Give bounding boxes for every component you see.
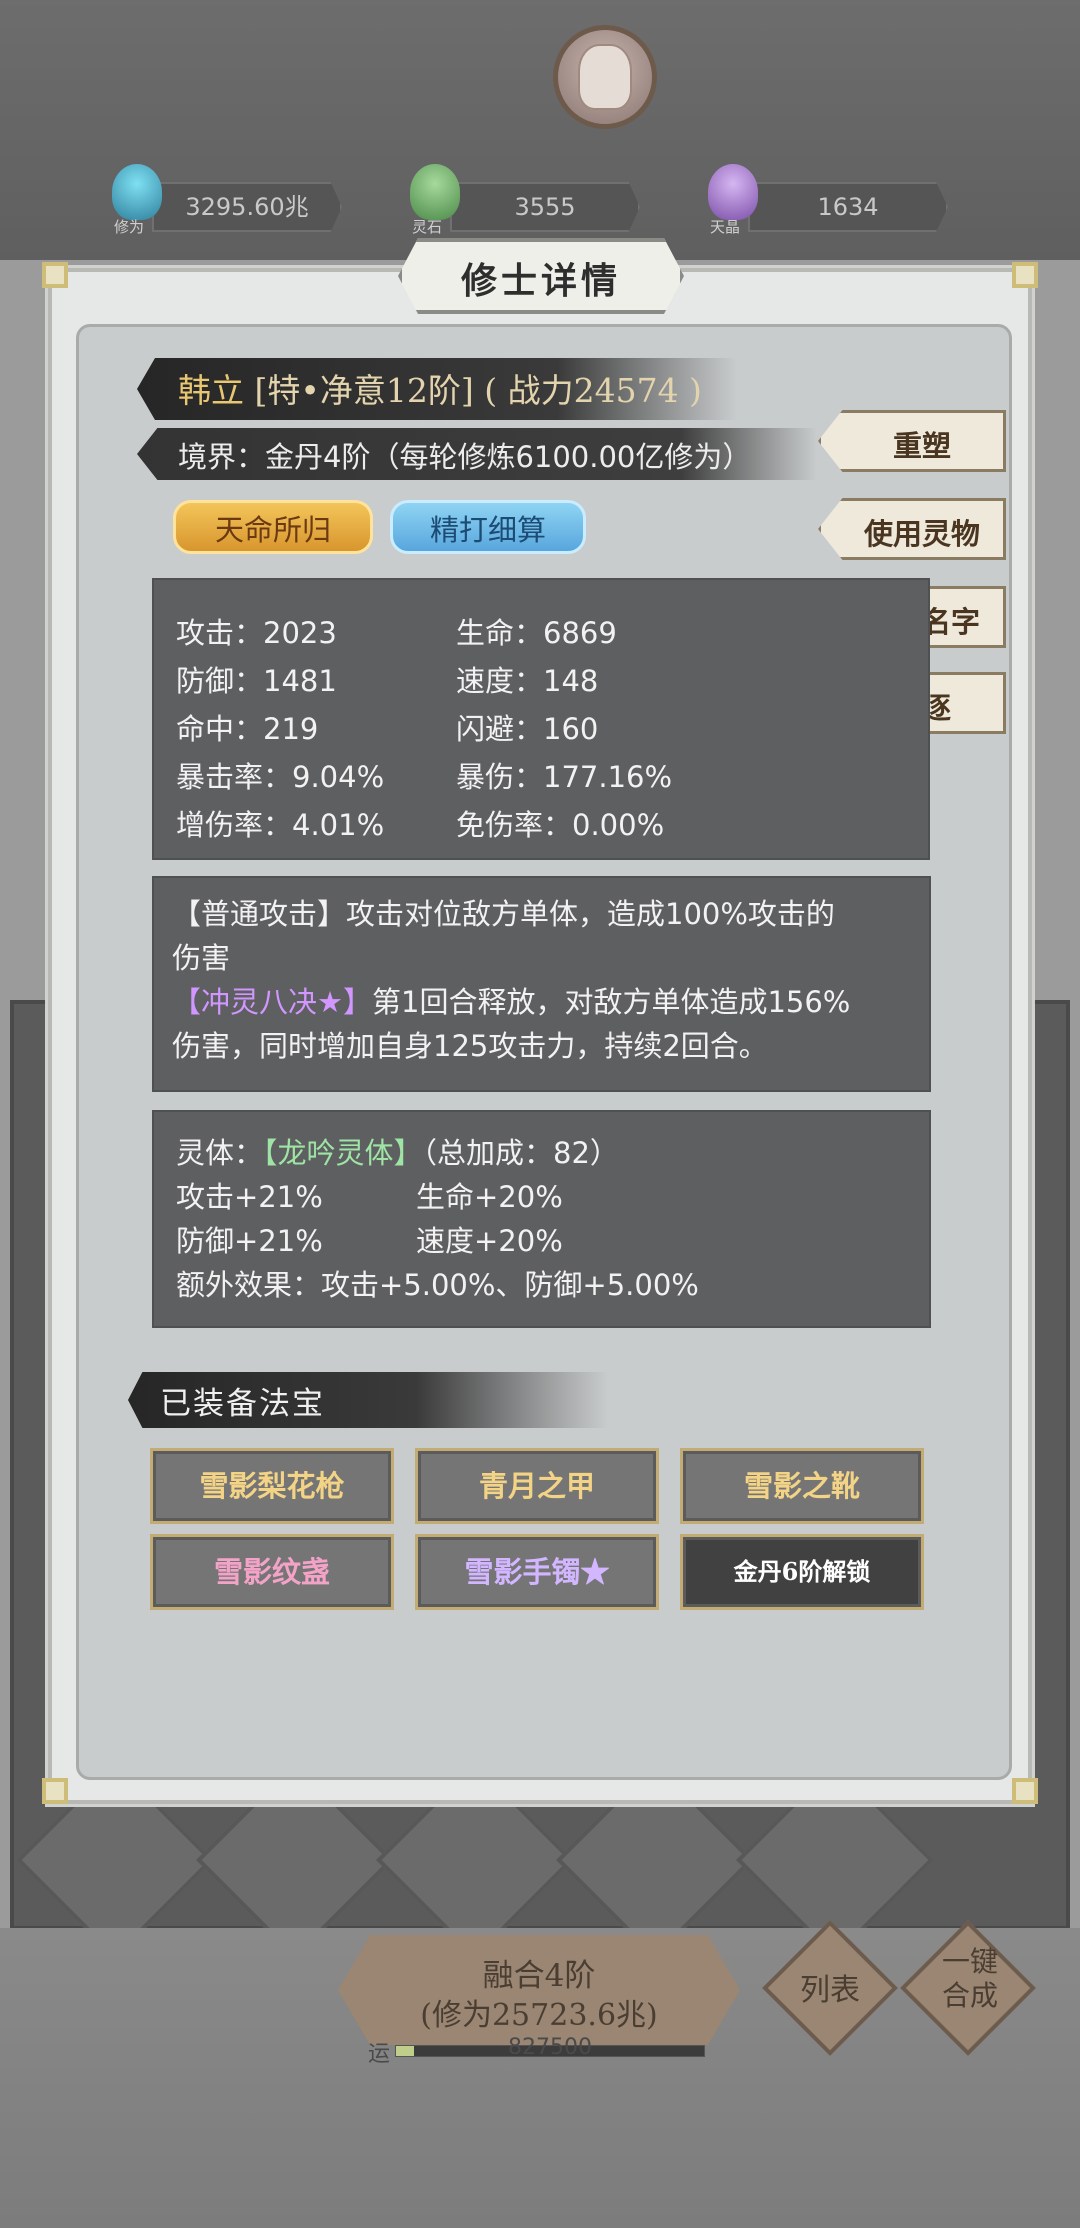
spirit-bonus-defense: 防御+21% xyxy=(176,1224,323,1258)
equipment-slot-accessory[interactable]: 雪影纹盏 xyxy=(150,1534,394,1610)
stat-crit-damage: 暴伤：177.16% xyxy=(456,760,673,794)
equipment-slot-locked[interactable]: 金丹6阶解锁 xyxy=(680,1534,924,1610)
stat-accuracy: 命中：219 xyxy=(176,712,319,746)
stat-hp: 生命：6869 xyxy=(456,616,617,650)
spirit-body-label: 灵体： xyxy=(176,1136,264,1170)
resource-spirit-stone: 3555 灵石 xyxy=(410,164,640,236)
character-realm: 境界：金丹4阶（每轮修炼6100.00亿修为） xyxy=(178,440,752,474)
character-name: 韩立 xyxy=(178,371,244,410)
stat-speed: 速度：148 xyxy=(456,664,599,698)
fuse-title: 融合4阶 xyxy=(482,1958,596,1994)
resource-label: 修为 xyxy=(114,218,145,236)
stat-damage-reduction: 免伤率：0.00% xyxy=(456,808,665,842)
equipment-title: 已装备法宝 xyxy=(160,1386,325,1422)
character-rank: [特•净意12阶] xyxy=(254,371,474,410)
frame-corner-ornament xyxy=(1012,1778,1038,1804)
stat-damage-bonus: 增伤率：4.01% xyxy=(176,808,385,842)
resource-sky-crystal: 1634 天晶 xyxy=(708,164,948,236)
reshape-button-label: 重塑 xyxy=(892,429,951,463)
spirit-bonus-speed: 速度+20% xyxy=(416,1224,563,1258)
equipment-name: 雪影纹盏 xyxy=(213,1555,330,1589)
purple-crystal-icon xyxy=(708,164,758,220)
trait-tag[interactable]: 精打细算 xyxy=(390,500,586,554)
equipment-name: 青月之甲 xyxy=(478,1469,595,1503)
special-skill-name: 【冲灵八决★】 xyxy=(172,985,372,1019)
stat-crit-rate: 暴击率：9.04% xyxy=(176,760,385,794)
spirit-body-header: 灵体：【龙吟灵体】（总加成：82） xyxy=(176,1130,619,1172)
resource-label: 灵石 xyxy=(412,218,443,236)
special-skill-text-cont: 伤害，同时增加自身125攻击力，持续2回合。 xyxy=(172,1029,768,1063)
spirit-bonus-hp: 生命+20% xyxy=(416,1180,563,1214)
use-spirit-item-button-label: 使用灵物 xyxy=(863,517,980,551)
flame-gem-icon xyxy=(112,164,162,220)
luck-progress-text: 827500 xyxy=(508,2035,592,2060)
trait-tag[interactable]: 天命所归 xyxy=(173,500,373,554)
spirit-bonus-attack: 攻击+21% xyxy=(176,1180,323,1214)
character-header: 韩立 [特•净意12阶] ( 战力24574 ) xyxy=(178,364,702,412)
normal-attack-name: 【普通攻击】 xyxy=(172,897,347,931)
normal-attack-desc: 【普通攻击】攻击对位敌方单体，造成100%攻击的 伤害 xyxy=(172,892,912,980)
equipment-slot-armor[interactable]: 青月之甲 xyxy=(415,1448,659,1524)
special-skill-text: 第1回合释放，对敌方单体造成156% xyxy=(372,985,851,1019)
spirit-body-bonus: （总加成：82） xyxy=(422,1136,619,1170)
list-button-label: 列表 xyxy=(800,1973,860,2008)
equipment-name: 雪影手镯★ xyxy=(464,1555,610,1589)
character-power: ( 战力24574 ) xyxy=(484,371,702,410)
player-avatar[interactable] xyxy=(553,25,657,129)
stat-dodge: 闪避：160 xyxy=(456,712,599,746)
unlock-requirement: 金丹6阶解锁 xyxy=(733,1557,871,1586)
frame-corner-ornament xyxy=(1012,262,1038,288)
equipment-slot-boots[interactable]: 雪影之靴 xyxy=(680,1448,924,1524)
normal-attack-text: 攻击对位敌方单体，造成100%攻击的 xyxy=(346,897,835,931)
green-crystal-icon xyxy=(410,164,460,220)
luck-label: 运 xyxy=(368,2042,391,2067)
frame-corner-ornament xyxy=(42,262,68,288)
equipment-name: 雪影之靴 xyxy=(743,1469,860,1503)
resource-label: 天晶 xyxy=(710,218,741,236)
equipment-name: 雪影梨花枪 xyxy=(199,1469,345,1503)
special-skill-desc: 【冲灵八决★】第1回合释放，对敌方单体造成156% 伤害，同时增加自身125攻击… xyxy=(172,980,912,1068)
fuse-cost: (修为25723.6兆) xyxy=(420,1998,658,2033)
avatar-portrait-icon xyxy=(578,44,632,110)
resource-value: 1634 xyxy=(748,182,948,232)
resource-value: 3555 xyxy=(450,182,640,232)
normal-attack-text-cont: 伤害 xyxy=(172,941,231,975)
spirit-extra-effect: 额外效果：攻击+5.00%、防御+5.00% xyxy=(176,1268,699,1302)
equipment-slot-weapon[interactable]: 雪影梨花枪 xyxy=(150,1448,394,1524)
resource-cultivation: 3295.60兆 修为 xyxy=(112,164,342,236)
one-click-fuse-label: 一键合成 xyxy=(941,1945,998,2012)
stat-attack: 攻击：2023 xyxy=(176,616,337,650)
stat-defense: 防御：1481 xyxy=(176,664,337,698)
spirit-body-name: 【龙吟灵体】 xyxy=(263,1136,423,1170)
equipment-slot-bracelet[interactable]: 雪影手镯★ xyxy=(415,1534,659,1610)
frame-corner-ornament xyxy=(42,1778,68,1804)
dialog-title: 修士详情 xyxy=(460,260,621,302)
resource-value: 3295.60兆 xyxy=(152,182,342,232)
